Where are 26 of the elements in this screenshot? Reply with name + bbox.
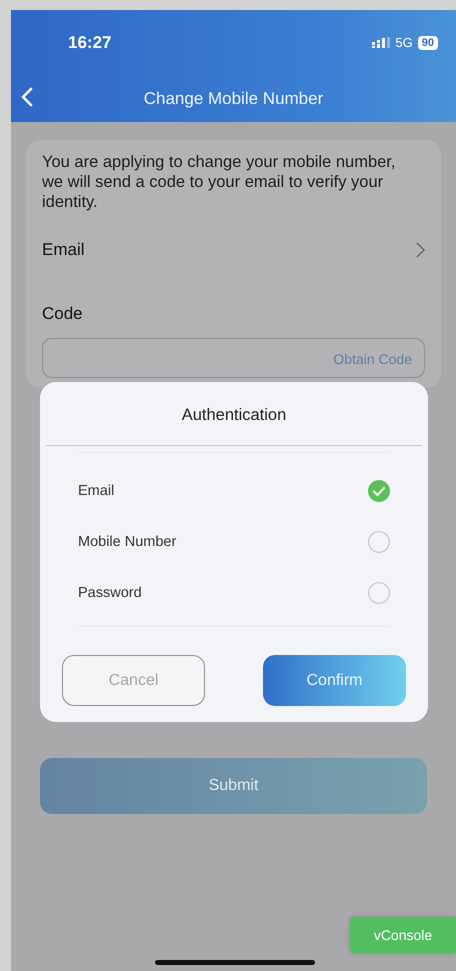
submit-button[interactable]: Submit: [40, 758, 427, 814]
vconsole-button[interactable]: vConsole: [350, 917, 456, 953]
chevron-right-icon: [416, 242, 425, 258]
cancel-button[interactable]: Cancel: [62, 655, 205, 706]
signal-icon: [372, 37, 390, 48]
page-title: Change Mobile Number: [144, 88, 324, 108]
obtain-code-link[interactable]: Obtain Code: [333, 351, 412, 367]
option-row[interactable]: Email: [78, 465, 390, 516]
radio-circle-icon[interactable]: [368, 582, 390, 604]
notice-text: You are applying to change your mobile number, we will send a code to your email to verify your identity.: [42, 152, 396, 212]
option-label: Password: [78, 584, 142, 600]
code-label: Code: [42, 304, 83, 324]
network-label: 5G: [395, 35, 413, 50]
option-row[interactable]: Password: [78, 567, 390, 618]
battery-indicator: 90: [418, 36, 438, 50]
back-icon[interactable]: [21, 87, 33, 107]
method-row[interactable]: Email: [42, 240, 425, 260]
status-time: 16:27: [68, 32, 112, 52]
dialog-title: Authentication: [46, 382, 422, 446]
option-label: Mobile Number: [78, 534, 176, 550]
check-circle-icon[interactable]: [368, 480, 390, 502]
option-row[interactable]: Mobile Number: [78, 516, 390, 567]
radio-circle-icon[interactable]: [368, 530, 390, 552]
confirm-button[interactable]: Confirm: [263, 655, 406, 706]
code-input-field[interactable]: Obtain Code: [42, 338, 425, 378]
option-label: Email: [78, 482, 114, 498]
